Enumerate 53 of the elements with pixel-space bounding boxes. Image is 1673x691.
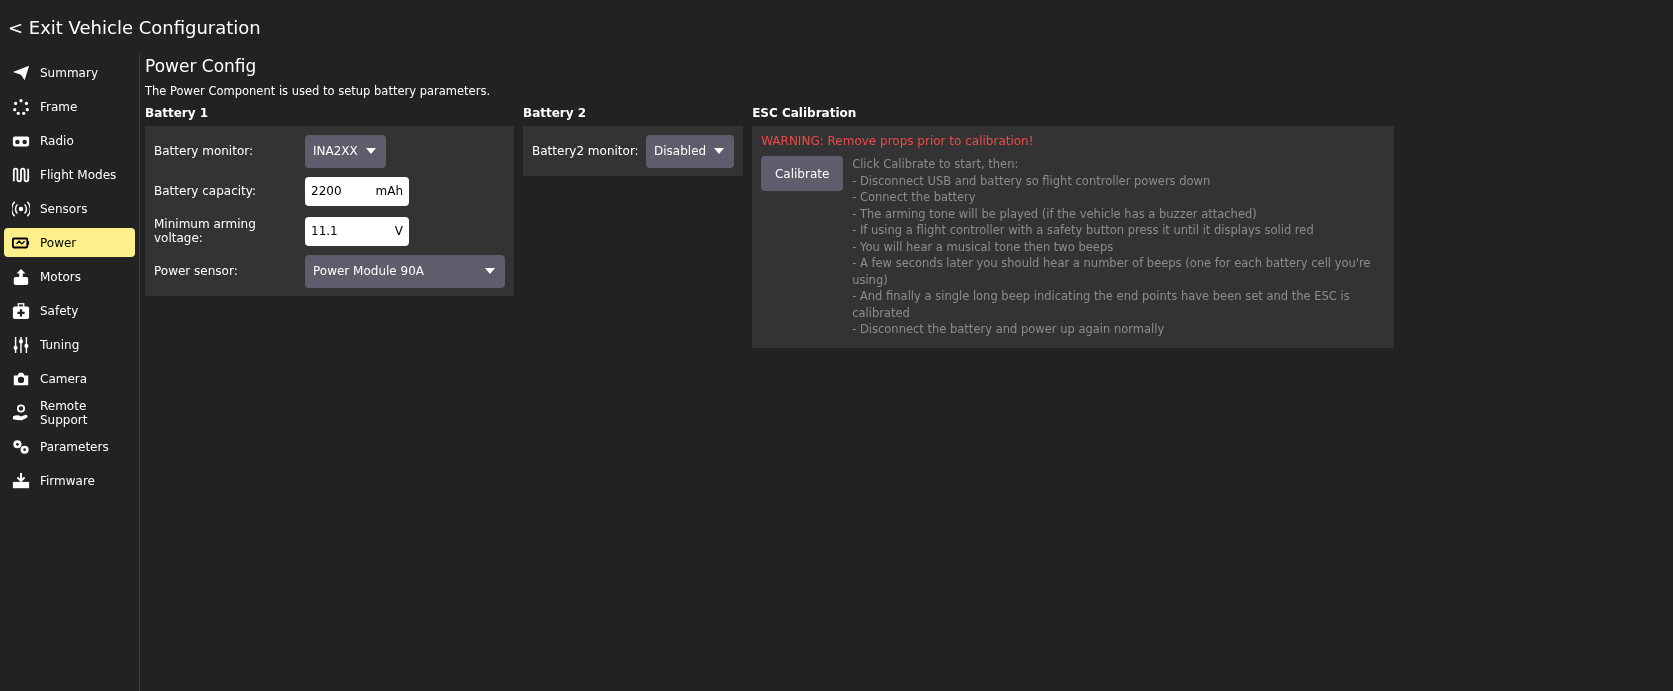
caret-icon bbox=[365, 148, 376, 154]
dropdown[interactable]: INA2XX bbox=[305, 134, 386, 168]
motor-icon bbox=[12, 267, 30, 286]
input-field[interactable]: 11.1 V bbox=[305, 216, 409, 246]
sidebar-item[interactable]: Summary bbox=[4, 58, 135, 87]
signal-icon bbox=[12, 199, 30, 218]
section-heading: ESC Calibration bbox=[752, 106, 858, 120]
page-description: The Power Component is used to setup battery parameters. bbox=[145, 84, 492, 98]
instruction-line: - You will hear a musical tone then two beeps bbox=[852, 238, 1115, 255]
instruction-line: Click Calibrate to start, then: bbox=[852, 156, 1020, 173]
input-field[interactable]: 2200 mAh bbox=[305, 176, 409, 206]
calibrate-button[interactable]: Calibrate bbox=[761, 156, 844, 191]
sidebar-item[interactable]: Motors bbox=[4, 262, 135, 291]
sidebar-item[interactable]: Radio bbox=[4, 126, 135, 155]
sidebar-item[interactable]: Remote Support bbox=[4, 398, 135, 427]
sidebar-item[interactable]: Frame bbox=[4, 92, 135, 121]
instruction-line: - Disconnect the battery and power up again normally bbox=[852, 321, 1166, 338]
section-heading: Battery 1 bbox=[145, 106, 210, 120]
sidebar-item[interactable]: Sensors bbox=[4, 194, 135, 223]
page-title: Power Config bbox=[145, 56, 258, 76]
sidebar-item[interactable]: Power bbox=[4, 228, 135, 257]
sidebar-item[interactable]: Camera bbox=[4, 364, 135, 393]
instruction-line: - Disconnect USB and battery so flight controller powers down bbox=[852, 172, 1212, 189]
field-label: Power sensor: bbox=[154, 264, 239, 278]
field-label: Battery monitor: bbox=[154, 144, 254, 158]
instruction-line: - A few seconds later you should hear a number of beeps (one for each battery cell you're using) bbox=[852, 255, 1372, 288]
section-heading: Battery 2 bbox=[523, 106, 588, 120]
hand-gear-icon bbox=[12, 403, 30, 422]
sidebar-item[interactable]: Safety bbox=[4, 296, 135, 325]
field-label: Minimum arming voltage: bbox=[154, 217, 257, 245]
dots-ring-icon bbox=[12, 97, 30, 116]
caret-icon bbox=[714, 148, 725, 154]
sidebar-item[interactable]: Flight Modes bbox=[4, 160, 135, 189]
exit-configuration-link[interactable]: < Exit Vehicle Configuration bbox=[8, 16, 261, 38]
first-aid-icon bbox=[12, 301, 30, 320]
sidebar-item[interactable]: Firmware bbox=[4, 466, 135, 495]
instruction-line: - Connect the battery bbox=[852, 189, 977, 206]
paper-plane-icon bbox=[12, 63, 30, 82]
sidebar-item[interactable]: Parameters bbox=[4, 432, 135, 461]
gears-icon bbox=[12, 437, 30, 456]
sidebar-item[interactable]: Tuning bbox=[4, 330, 135, 359]
download-icon bbox=[12, 471, 30, 490]
wave-icon bbox=[12, 165, 30, 184]
field-label: Battery2 monitor: bbox=[532, 144, 640, 158]
instruction-line: - And finally a single long beep indicating the end points have been set and the ESC is calibrated bbox=[852, 288, 1351, 321]
field-label: Battery capacity: bbox=[154, 184, 258, 198]
caret-icon bbox=[485, 268, 495, 274]
dropdown[interactable]: Power Module 90A bbox=[305, 254, 505, 288]
instruction-line: - The arming tone will be played (if the vehicle has a buzzer attached) bbox=[852, 205, 1258, 222]
instruction-line: - If using a flight controller with a safety button press it until it displays solid red bbox=[852, 222, 1315, 239]
sliders-icon bbox=[12, 335, 30, 354]
warning-text: WARNING: Remove props prior to calibration! bbox=[761, 134, 1035, 148]
dropdown[interactable]: Disabled bbox=[646, 134, 735, 168]
